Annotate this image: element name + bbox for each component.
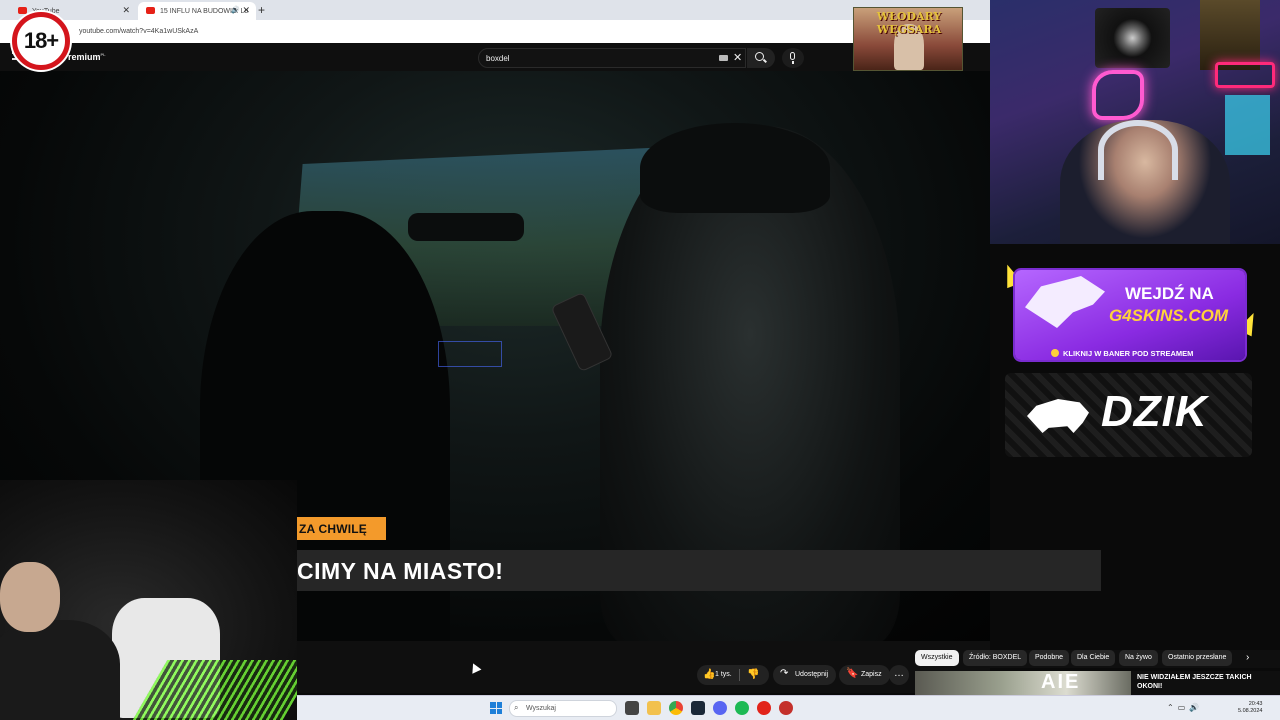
keyboard-icon[interactable] (719, 55, 728, 61)
g4skins-banner[interactable]: WEJDŹ NA G4SKINS.COM KLIKNIJ W BANER POD… (999, 258, 1261, 368)
url-text[interactable]: youtube.com/watch?v=4Ka1wUSkAzA (79, 28, 198, 35)
webcam-vinyl-art (1095, 8, 1170, 68)
youtube-favicon (146, 7, 155, 14)
file-explorer-icon[interactable] (647, 701, 661, 715)
discord-icon[interactable] (713, 701, 727, 715)
app-icon[interactable] (779, 701, 793, 715)
search-button[interactable] (747, 48, 775, 68)
overlay-title-bar: CIMY NA MIASTO! (297, 550, 1101, 591)
taskbar-search[interactable]: ⌕ Wyszukaj (509, 700, 617, 717)
spotify-icon[interactable] (735, 701, 749, 715)
search-value[interactable]: boxdel (486, 54, 510, 63)
like-count: 1 tys. (715, 671, 732, 678)
chip-for-you[interactable]: Dla Ciebie (1071, 650, 1116, 666)
recommended-video[interactable]: AIE NIE WIDZIAŁEM JESZCZE TAKICH OKONI! (915, 671, 1280, 695)
taskbar-clock[interactable]: 20:43 5.08.2024 (1238, 701, 1262, 715)
save-label: Zapisz (861, 671, 882, 678)
video-title[interactable]: NIE WIDZIAŁEM JESZCZE TAKICH OKONI! (1137, 673, 1267, 691)
mic-icon (790, 52, 795, 60)
mic-stand (792, 61, 794, 64)
webcam-portrait (1200, 0, 1260, 70)
share-label: Udostępnij (795, 671, 829, 678)
webcam-neon-light (1092, 70, 1144, 120)
secondary-webcam (0, 480, 297, 720)
chevron-right-icon[interactable]: › (1246, 652, 1249, 663)
like-button[interactable]: 👍 1 tys. 👎 (697, 665, 769, 685)
video-mirror (408, 213, 524, 241)
youtube-favicon (18, 7, 27, 14)
recommendation-chips: Wszystkie Źródło: BOXDEL Podobne Dla Cie… (915, 650, 1280, 668)
task-view-icon[interactable] (625, 701, 639, 715)
wlodary-poster: WŁODARY WĘGSARA (853, 7, 963, 71)
g4skins-footer-text: KLIKNIJ W BANER POD STREAMEM (1063, 349, 1194, 358)
chip-live[interactable]: Na żywo (1119, 650, 1158, 666)
chrome-icon[interactable] (669, 701, 683, 715)
screen: YouTube ✕ 15 INFLU NA BUDOWIE: Lo 🔊 ✕ + … (0, 0, 1280, 720)
overlay-title: CIMY NA MIASTO! (297, 558, 504, 584)
video-actions: 👍 1 tys. 👎 ↷ Udostępnij 🔖 Zapisz … (297, 641, 990, 693)
overlay-tag: ZA CHWILĘ (297, 517, 386, 540)
address-bar[interactable]: youtube.com/watch?v=4Ka1wUSkAzA (0, 20, 990, 43)
tab-active-video[interactable]: 15 INFLU NA BUDOWIE: Lo 🔊 ✕ (138, 2, 256, 20)
dzik-brand: DZIK (1101, 387, 1208, 436)
windows-icon[interactable] (490, 702, 502, 714)
divider (739, 669, 740, 681)
save-button[interactable]: 🔖 Zapisz (839, 665, 890, 685)
info-icon (1051, 349, 1059, 357)
more-icon[interactable]: … (889, 665, 909, 685)
video-thumbnail[interactable]: AIE (915, 671, 1131, 695)
webcam-shelf (1225, 95, 1270, 155)
webcam-person-body (0, 620, 120, 720)
dzik-banner[interactable]: DZIK (1005, 373, 1252, 457)
headset-icon (1098, 120, 1178, 180)
g4skins-domain: G4SKINS.COM (1109, 306, 1229, 325)
search-icon (755, 52, 764, 61)
chip-all[interactable]: Wszystkie (915, 650, 959, 666)
video-cap (640, 123, 830, 213)
streamer-webcam (990, 0, 1280, 244)
g4skins-footer: KLIKNIJ W BANER POD STREAMEM (1051, 349, 1193, 358)
windows-taskbar: ⌕ Wyszukaj ⌃▭🔊 20:43 5.08.2024 (297, 695, 1280, 720)
app-icon[interactable] (757, 701, 771, 715)
youtube-logo[interactable]: PremiumPL (62, 52, 106, 62)
close-icon[interactable]: ✕ (733, 51, 742, 64)
chip-source[interactable]: Źródło: BOXDEL (963, 650, 1028, 666)
close-icon[interactable]: ✕ (242, 5, 250, 16)
new-tab-button[interactable]: + (258, 3, 265, 17)
webcam-neon-sign (1215, 62, 1275, 88)
youtube-header: PremiumPL boxdel ✕ (0, 43, 990, 71)
chip-similar[interactable]: Podobne (1029, 650, 1070, 666)
brand-region: PL (100, 52, 106, 57)
taskbar-search-placeholder: Wyszukaj (526, 705, 556, 712)
thumbnail-text: AIE (1041, 671, 1081, 693)
share-icon: ↷ (780, 668, 789, 679)
age-rating-text: 18+ (23, 28, 59, 53)
poster-title: WŁODARY WĘGSARA (876, 10, 942, 36)
clock-date: 5.08.2024 (1238, 708, 1263, 714)
share-button[interactable]: ↷ Udostępnij (773, 665, 837, 685)
age-rating-badge: 18+ (12, 12, 70, 70)
close-icon[interactable]: ✕ (122, 5, 130, 16)
boar-logo-icon (1027, 399, 1089, 433)
voice-search-button[interactable] (782, 48, 804, 68)
clock-time: 20:43 (1248, 701, 1263, 707)
speaker-icon[interactable]: 🔊 (231, 6, 240, 14)
g4skins-headline: WEJDŹ NA (1125, 284, 1214, 303)
webcam-person-face (0, 562, 60, 632)
save-icon: 🔖 (846, 668, 859, 679)
dislike-icon[interactable]: 👎 (747, 669, 759, 680)
steam-icon[interactable] (691, 701, 705, 715)
system-tray[interactable]: ⌃▭🔊 (1167, 703, 1203, 712)
chip-recent[interactable]: Ostatnio przesłane (1162, 650, 1233, 666)
browser-tab-strip: YouTube ✕ 15 INFLU NA BUDOWIE: Lo 🔊 ✕ + (0, 0, 990, 20)
video-dashboard (438, 341, 502, 367)
search-input[interactable]: boxdel ✕ (478, 48, 746, 68)
search-icon: ⌕ (514, 703, 519, 712)
like-icon: 👍 (703, 669, 716, 680)
brand-label: Premium (62, 52, 101, 62)
